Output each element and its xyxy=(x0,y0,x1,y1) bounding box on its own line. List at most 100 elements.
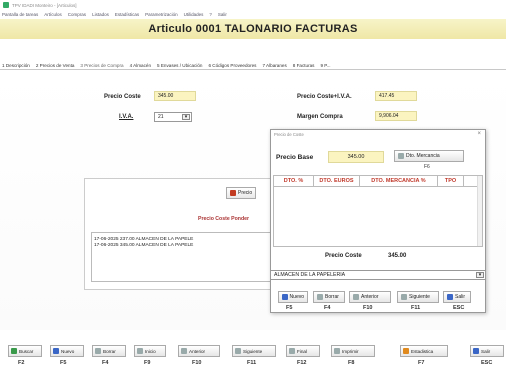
grid-scrollbar[interactable] xyxy=(477,176,482,246)
key-f10: F10 xyxy=(192,360,202,366)
dialog-precio-coste-label: Precio Coste xyxy=(325,253,362,259)
almacen-select[interactable]: ALMACEN DE LA PAPELERIA ▾ xyxy=(270,270,486,280)
chevron-down-icon[interactable]: ▾ xyxy=(182,114,190,120)
salir-button[interactable]: Salir xyxy=(470,345,504,357)
key-f8: F8 xyxy=(348,360,355,366)
tab-albaranes[interactable]: 7 Albaranes xyxy=(262,63,286,68)
menu-item-listados[interactable]: Listados xyxy=(92,12,109,17)
previous-icon xyxy=(353,294,359,300)
tab-almacen[interactable]: 4 Almacén xyxy=(130,63,151,68)
grid-header: DTO. % DTO. EUROS DTO. MERCANCIA % TPO xyxy=(274,176,482,187)
delete-icon xyxy=(95,348,101,354)
last-icon xyxy=(289,348,295,354)
dialog-key-esc: ESC xyxy=(453,305,465,311)
siguiente-button[interactable]: Siguiente xyxy=(232,345,276,357)
menu-item-articulos[interactable]: Artículos xyxy=(44,12,62,17)
tab-more[interactable]: 9 P... xyxy=(320,63,330,68)
anterior-button[interactable]: Anterior xyxy=(178,345,220,357)
key-f9: F9 xyxy=(144,360,151,366)
chevron-down-icon[interactable]: ▾ xyxy=(476,272,484,278)
menu-item-parametrizacion[interactable]: Parametrización xyxy=(145,12,178,17)
home-icon xyxy=(137,348,143,354)
previous-icon xyxy=(181,348,187,354)
margen-compra-label: Margen Compra xyxy=(297,114,343,120)
almacen-value: ALMACEN DE LA PAPELERIA xyxy=(274,272,346,278)
precio-base-field[interactable]: 345.00 xyxy=(328,151,384,163)
tab-facturas[interactable]: 8 Facturas xyxy=(293,63,315,68)
precio-base-label: Precio Base xyxy=(276,154,314,161)
final-button[interactable]: Final xyxy=(286,345,320,357)
dialog-title: Precio de Coste xyxy=(274,132,304,137)
precio-button[interactable]: Precio xyxy=(226,187,257,199)
imprimir-button[interactable]: Imprimir xyxy=(331,345,375,357)
dialog-key-f4: F4 xyxy=(324,305,331,311)
tab-precios-venta[interactable]: 2 Precios de Venta xyxy=(36,63,75,68)
dialog-borrar-button[interactable]: Borrar xyxy=(313,291,345,303)
next-icon xyxy=(235,348,241,354)
next-icon xyxy=(401,294,407,300)
key-f7: F7 xyxy=(418,360,425,366)
tab-precios-compra[interactable]: 3 Precios de Compra xyxy=(80,63,123,68)
menu-item-compras[interactable]: Compras xyxy=(68,12,86,17)
discount-grid[interactable]: DTO. % DTO. EUROS DTO. MERCANCIA % TPO xyxy=(273,175,483,247)
iva-select[interactable]: 21 ▾ xyxy=(154,112,192,122)
dialog-siguiente-button[interactable]: Siguiente xyxy=(397,291,439,303)
dialog-precio-coste-value: 345.00 xyxy=(388,253,407,259)
menu-item-salir[interactable]: Salir xyxy=(218,12,227,17)
estadistica-button[interactable]: Estadistica xyxy=(400,345,448,357)
key-f12: F12 xyxy=(297,360,307,366)
menu-item-utilidades[interactable]: Utilidades xyxy=(184,12,204,17)
new-icon xyxy=(53,348,59,354)
inicio-button[interactable]: Inicio xyxy=(134,345,166,357)
col-dto-mercancia: DTO. MERCANCIA % xyxy=(360,176,438,186)
delete-icon xyxy=(317,294,323,300)
key-f4: F4 xyxy=(102,360,109,366)
key-esc: ESC xyxy=(481,360,493,366)
menu-bar: Pantalla de tareas Artículos Compras Lis… xyxy=(0,10,506,19)
stats-icon xyxy=(403,348,409,354)
col-tpo: TPO xyxy=(438,176,464,186)
menu-item-estadisticas[interactable]: Estadísticas xyxy=(115,12,139,17)
dialog-salir-button[interactable]: Salir xyxy=(443,291,471,303)
key-f2: F2 xyxy=(18,360,25,366)
euro-icon xyxy=(230,190,236,196)
margen-compra-field[interactable]: 9,906.04 xyxy=(375,111,417,121)
list-item[interactable]: 17-06-2025 345.00 ALMACEN DE LA PAPELE xyxy=(94,243,268,249)
dialog-anterior-button[interactable]: Anterior xyxy=(349,291,391,303)
col-dto-pct: DTO. % xyxy=(274,176,314,186)
precio-coste-label: Precio Coste xyxy=(104,94,141,100)
precio-coste-iva-field[interactable]: 417.45 xyxy=(375,91,417,101)
form-title: Articulo 0001 TALONARIO FACTURAS xyxy=(0,19,506,39)
key-f11: F11 xyxy=(247,360,257,366)
tab-descripcion[interactable]: 1 Descripción xyxy=(2,63,30,68)
tab-envases[interactable]: 5 Envases / Ubicación xyxy=(157,63,202,68)
dto-mercancia-key: F6 xyxy=(424,164,430,170)
iva-value: 21 xyxy=(158,114,164,120)
tab-codigos-proveedores[interactable]: 6 Códigos Proveedores xyxy=(208,63,256,68)
dto-mercancia-button[interactable]: Dto. Mercancia xyxy=(394,150,464,162)
precio-coste-field[interactable]: 345.00 xyxy=(154,91,196,101)
app-icon xyxy=(3,2,9,8)
precio-coste-ponderado-label: Precio Coste Ponder xyxy=(198,216,250,222)
dialog-key-f10: F10 xyxy=(363,305,373,311)
discount-icon xyxy=(398,153,404,159)
iva-label: I.V.A. xyxy=(119,114,134,120)
cost-history-list[interactable]: 17-06-2025 237.00 ALMACEN DE LA PAPELE 1… xyxy=(91,232,271,282)
window-titlebar: TPV IDADI Monteiro - [Articulos] xyxy=(0,0,506,10)
col-dto-euros: DTO. EUROS xyxy=(314,176,360,186)
menu-item-help[interactable]: ? xyxy=(209,12,212,17)
close-icon[interactable]: × xyxy=(477,130,481,139)
dialog-titlebar: Precio de Coste × xyxy=(271,130,485,139)
menu-item-tareas[interactable]: Pantalla de tareas xyxy=(2,12,38,17)
buscar-button[interactable]: Buscar xyxy=(8,345,42,357)
key-f5: F5 xyxy=(60,360,67,366)
exit-icon xyxy=(447,294,453,300)
dialog-key-f5: F5 xyxy=(286,305,293,311)
exit-icon xyxy=(473,348,479,354)
nuevo-button[interactable]: Nuevo xyxy=(50,345,84,357)
tab-bar: 1 Descripción 2 Precios de Venta 3 Preci… xyxy=(0,61,506,70)
new-icon xyxy=(282,294,288,300)
dialog-nuevo-button[interactable]: Nuevo xyxy=(278,291,308,303)
borrar-button[interactable]: Borrar xyxy=(92,345,126,357)
window-title: TPV IDADI Monteiro - [Articulos] xyxy=(12,2,77,8)
